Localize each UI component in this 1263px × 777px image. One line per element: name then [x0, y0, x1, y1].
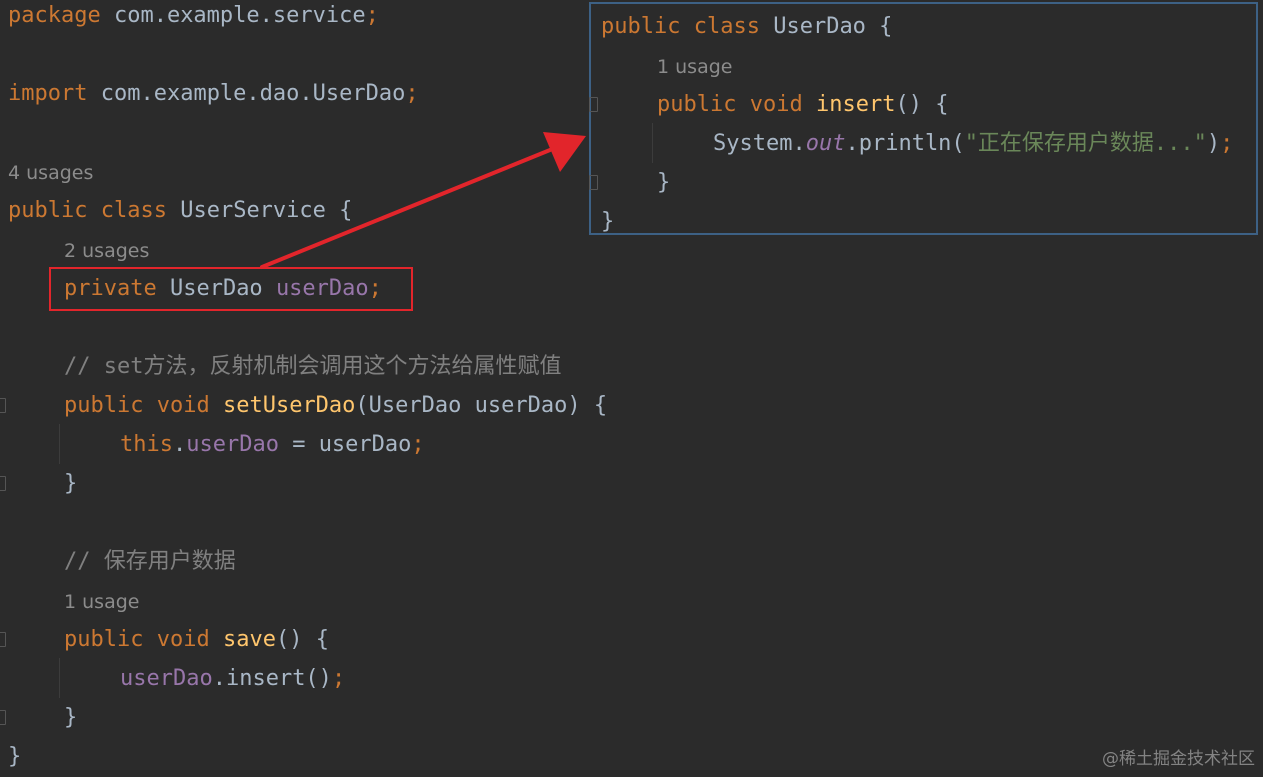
- code-line-close-class: }: [8, 744, 22, 769]
- call-rest: .insert(): [212, 666, 332, 691]
- code-comment-save: // 保存用户数据: [64, 549, 236, 574]
- keyword: this: [120, 432, 173, 457]
- method-name: save: [222, 627, 276, 652]
- popup-line-close-class: }: [601, 209, 615, 234]
- fold-marker-icon[interactable]: [0, 710, 6, 725]
- string-literal: "正在保存用户数据...": [964, 131, 1207, 156]
- fold-marker-icon[interactable]: [589, 175, 598, 190]
- indent-guide: [59, 658, 60, 698]
- keyword: public: [64, 627, 144, 652]
- fold-marker-icon[interactable]: [0, 632, 6, 647]
- method-name: insert: [815, 92, 896, 117]
- highlight-box: [49, 267, 413, 311]
- method-params: () {: [275, 627, 329, 652]
- code-preview-popup[interactable]: public class UserDao { 1 usage public vo…: [589, 2, 1258, 235]
- code-line-assign: this.userDao = userDao;: [120, 430, 425, 460]
- code-line-setter: public void setUserDao(UserDao userDao) …: [64, 391, 607, 421]
- popup-line-method: public void insert() {: [657, 90, 948, 120]
- save-usages-hint[interactable]: 1 usage: [64, 589, 139, 615]
- call-target: userDao: [120, 666, 213, 691]
- popup-line-println: System.out.println("正在保存用户数据...");: [713, 129, 1233, 159]
- semicolon: ;: [411, 432, 425, 457]
- method-params: (UserDao userDao) {: [355, 393, 608, 418]
- code-line-call: userDao.insert();: [120, 664, 345, 694]
- keyword: public: [657, 92, 737, 117]
- keyword: import: [8, 81, 88, 106]
- println-call: .println(: [845, 131, 965, 156]
- keyword: class: [693, 14, 760, 39]
- class-usages-hint[interactable]: 4 usages: [8, 160, 93, 186]
- code-line-package: package com.example.service;: [8, 1, 379, 31]
- fold-marker-icon[interactable]: [589, 97, 598, 112]
- indent-guide: [652, 123, 653, 163]
- keyword: public: [64, 393, 144, 418]
- code-line-close-setter: }: [64, 471, 78, 496]
- class-name: UserDao {: [759, 14, 893, 39]
- code-comment-setter: // set方法，反射机制会调用这个方法给属性赋值: [64, 354, 562, 379]
- watermark: @稀土掘金技术社区: [1102, 749, 1255, 769]
- code-line-save: public void save() {: [64, 625, 329, 655]
- keyword: public: [601, 14, 681, 39]
- keyword: void: [156, 393, 210, 418]
- class-name: UserService {: [166, 198, 353, 223]
- fold-marker-icon[interactable]: [0, 398, 6, 413]
- field-usages-hint[interactable]: 2 usages: [64, 238, 149, 264]
- close-paren: ): [1206, 131, 1221, 156]
- code-line-class: public class UserService {: [8, 196, 352, 226]
- system-ref: System.: [713, 131, 806, 156]
- code-line-close-save: }: [64, 705, 78, 730]
- keyword: void: [156, 627, 210, 652]
- dot: .: [172, 432, 187, 457]
- fold-marker-icon[interactable]: [0, 476, 6, 491]
- indent-guide: [59, 424, 60, 464]
- keyword: package: [8, 3, 101, 28]
- popup-line-close-method: }: [657, 170, 671, 195]
- assign-rest: = userDao: [278, 432, 412, 457]
- keyword: public: [8, 198, 88, 223]
- method-usages-hint[interactable]: 1 usage: [657, 54, 732, 80]
- semicolon: ;: [1220, 131, 1234, 156]
- method-params: () {: [895, 92, 949, 117]
- package-name: com.example.service: [100, 3, 366, 28]
- popup-line-class: public class UserDao {: [601, 12, 892, 42]
- keyword: void: [749, 92, 803, 117]
- semicolon: ;: [365, 3, 379, 28]
- code-line-import: import com.example.dao.UserDao;: [8, 79, 419, 109]
- field-name: userDao: [186, 432, 279, 457]
- semicolon: ;: [405, 81, 419, 106]
- semicolon: ;: [331, 666, 346, 691]
- keyword: class: [100, 198, 167, 223]
- static-field: out: [805, 131, 846, 156]
- method-name: setUserDao: [222, 393, 356, 418]
- import-name: com.example.dao.UserDao: [87, 81, 406, 106]
- code-editor[interactable]: package com.example.service; import com.…: [0, 0, 1263, 777]
- arrow-head: [543, 132, 586, 172]
